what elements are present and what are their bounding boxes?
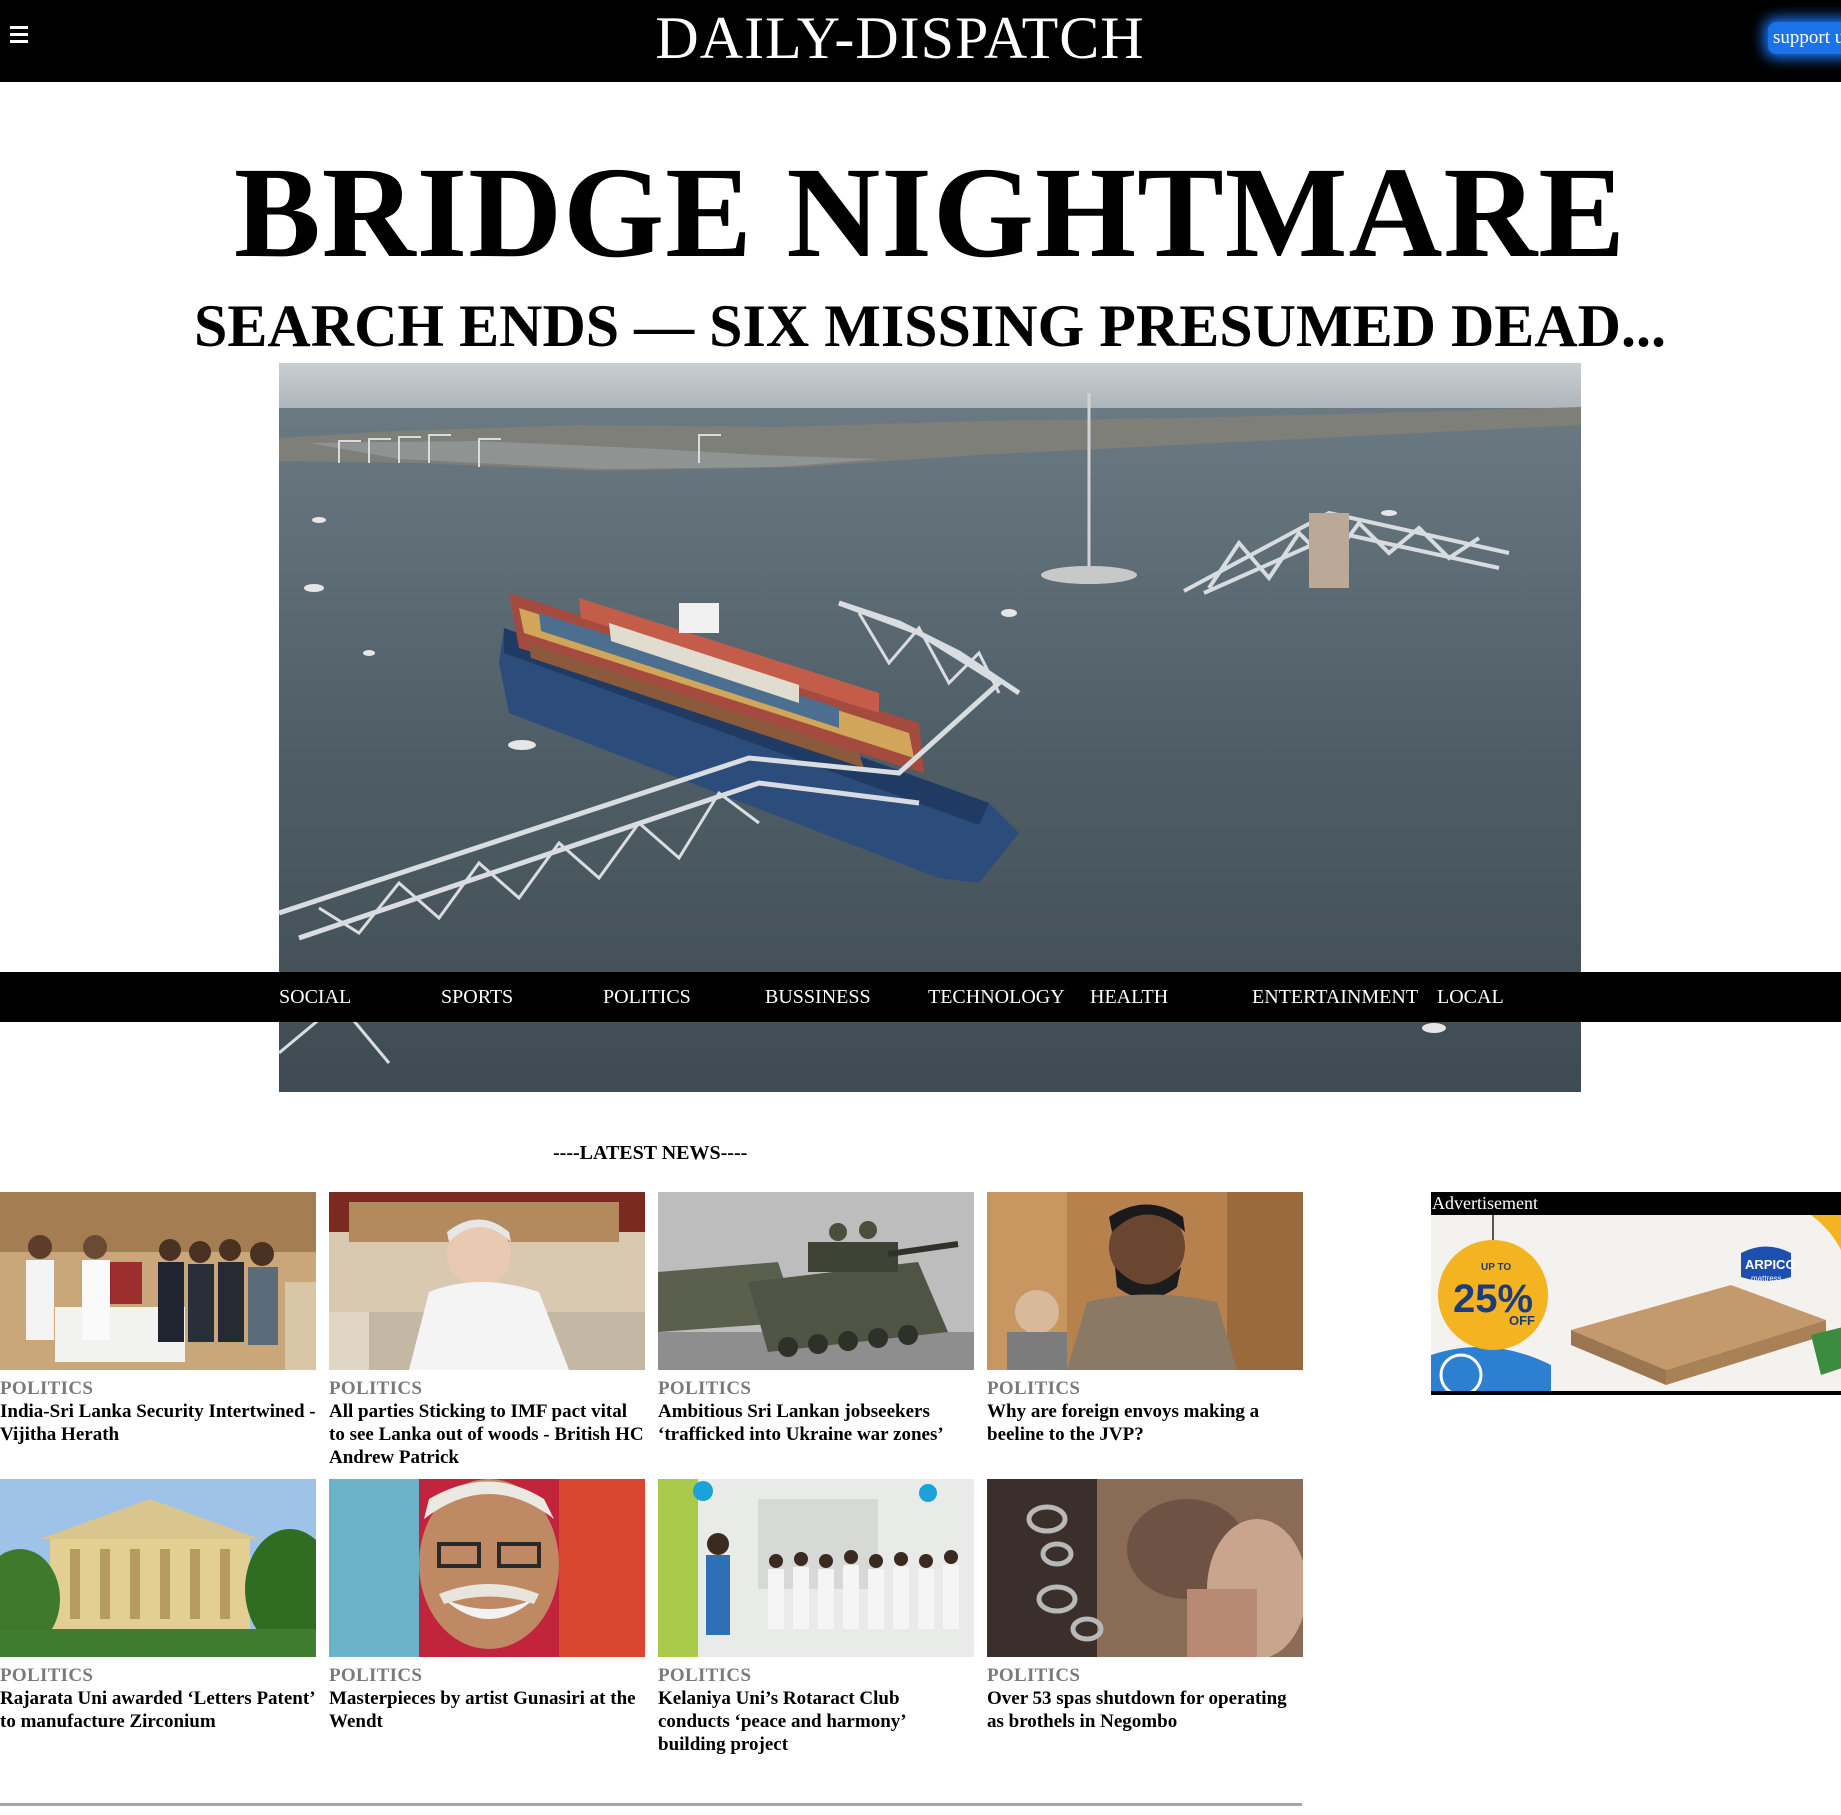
ad-badge-off: OFF [1509,1313,1535,1328]
nav-item-health[interactable]: HEALTH [1090,972,1168,1022]
news-title[interactable]: Rajarata Uni awarded ‘Letters Patent’ to… [0,1687,318,1733]
nav-item-technology[interactable]: TECHNOLOGY [928,972,1065,1022]
news-thumbnail[interactable] [658,1479,974,1657]
section-divider [0,1803,1302,1806]
news-category: POLITICS [329,1378,423,1399]
top-bar: DAILY-DISPATCH support u [0,0,1841,82]
ad-brand: ARPICO [1745,1257,1796,1272]
news-category: POLITICS [0,1665,94,1686]
news-category: POLITICS [987,1378,1081,1399]
advertisement-banner[interactable]: UP TO 25% OFF ARPICO mattress [1431,1215,1841,1395]
lead-subheadline: SEARCH ENDS — SIX MISSING PRESUMED DEAD.… [194,293,1666,359]
site-title[interactable]: DAILY-DISPATCH [0,4,1800,72]
news-thumbnail[interactable] [329,1479,645,1657]
support-button[interactable]: support u [1768,22,1841,54]
news-thumbnail[interactable] [0,1479,316,1657]
news-category: POLITICS [658,1665,752,1686]
category-nav-bar: SOCIAL SPORTS POLITICS BUSSINESS TECHNOL… [0,972,1841,1022]
news-card[interactable]: POLITICS All parties Sticking to IMF pac… [329,1192,647,1469]
news-card[interactable]: POLITICS Kelaniya Uni’s Rotaract Club co… [658,1479,976,1756]
news-thumbnail[interactable] [0,1192,316,1370]
nav-item-entertainment[interactable]: ENTERTAINMENT [1252,972,1418,1022]
news-title[interactable]: India-Sri Lanka Security Intertwined - V… [0,1400,318,1446]
news-title[interactable]: All parties Sticking to IMF pact vital t… [329,1400,647,1469]
news-title[interactable]: Ambitious Sri Lankan jobseekers ‘traffic… [658,1400,976,1446]
ad-badge-top: UP TO [1481,1262,1511,1273]
news-card[interactable]: POLITICS India-Sri Lanka Security Intert… [0,1192,318,1446]
news-card[interactable]: POLITICS Masterpieces by artist Gunasiri… [329,1479,647,1733]
nav-item-sports[interactable]: SPORTS [441,972,513,1022]
news-title[interactable]: Kelaniya Uni’s Rotaract Club conducts ‘p… [658,1687,976,1756]
latest-news-heading: ----LATEST NEWS---- [553,1142,748,1164]
nav-item-politics[interactable]: POLITICS [603,972,691,1022]
nav-item-business[interactable]: BUSSINESS [765,972,871,1022]
news-card[interactable]: POLITICS Why are foreign envoys making a… [987,1192,1305,1446]
advertisement-label: Advertisement [1431,1192,1841,1215]
news-category: POLITICS [0,1378,94,1399]
news-card[interactable]: POLITICS Rajarata Uni awarded ‘Letters P… [0,1479,318,1733]
news-thumbnail[interactable] [987,1479,1303,1657]
nav-item-social[interactable]: SOCIAL [279,972,351,1022]
news-card[interactable]: POLITICS Over 53 spas shutdown for opera… [987,1479,1305,1733]
news-title[interactable]: Why are foreign envoys making a beeline … [987,1400,1305,1446]
news-title[interactable]: Over 53 spas shutdown for operating as b… [987,1687,1305,1733]
news-category: POLITICS [987,1665,1081,1686]
news-card[interactable]: POLITICS Ambitious Sri Lankan jobseekers… [658,1192,976,1446]
news-thumbnail[interactable] [329,1192,645,1370]
nav-item-local[interactable]: LOCAL [1437,972,1504,1022]
news-category: POLITICS [329,1665,423,1686]
ad-brand-sub: mattress [1751,1274,1782,1283]
news-title[interactable]: Masterpieces by artist Gunasiri at the W… [329,1687,647,1733]
news-category: POLITICS [658,1378,752,1399]
news-thumbnail[interactable] [658,1192,974,1370]
news-thumbnail[interactable] [987,1192,1303,1370]
lead-headline: BRIDGE NIGHTMARE [234,141,1626,285]
